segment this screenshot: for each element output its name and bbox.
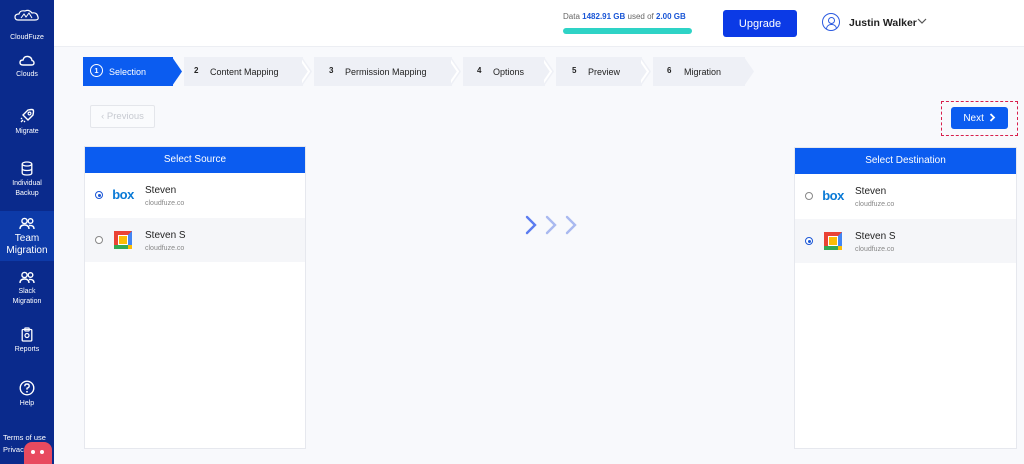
usage-total: 2.00 GB <box>656 12 686 21</box>
chat-dot <box>40 450 44 454</box>
destination-account-row[interactable]: Steven S cloudfuze.co <box>795 219 1016 263</box>
label-line: Migration <box>12 298 42 305</box>
source-panel: Select Source box Steven cloudfuze.co St… <box>84 146 306 449</box>
destination-radio[interactable] <box>805 192 813 200</box>
sidebar-item-individual-backup[interactable]: Individual Backup <box>0 161 54 203</box>
user-name[interactable]: Justin Walker <box>849 17 917 29</box>
label-line: Individual <box>12 180 42 187</box>
sidebar-item-migrate[interactable]: Migrate <box>0 108 54 140</box>
clipboard-icon <box>21 327 33 342</box>
label-line: Slack <box>18 288 36 295</box>
chevron-left-icon: ‹ <box>101 111 105 122</box>
source-account-row[interactable]: Steven S cloudfuze.co <box>85 218 305 262</box>
user-avatar-icon[interactable] <box>822 13 840 31</box>
label-line: Backup <box>15 190 39 197</box>
sidebar-item-slack-migration[interactable]: Slack Migration <box>0 271 54 313</box>
chat-widget-button[interactable] <box>24 442 52 464</box>
next-label: Next <box>963 112 984 124</box>
account-domain: cloudfuze.co <box>145 245 185 252</box>
upgrade-button[interactable]: Upgrade <box>723 10 797 37</box>
step-number: 2 <box>194 66 199 75</box>
step-number: 1 <box>90 64 103 77</box>
terms-link[interactable]: Terms of use <box>3 433 46 442</box>
destination-panel: Select Destination box Steven cloudfuze.… <box>794 147 1017 449</box>
account-name: Steven S <box>145 230 186 241</box>
next-button[interactable]: Next <box>951 107 1008 129</box>
rocket-icon <box>20 108 35 123</box>
step-preview[interactable]: 5 Preview <box>556 57 642 86</box>
sidebar-item-label: Individual Backup <box>0 179 54 199</box>
step-options[interactable]: 4 Options <box>463 57 545 86</box>
google-workspace-logo-icon <box>824 232 842 250</box>
box-logo-text: box <box>112 187 134 202</box>
storage-usage-bar <box>563 28 692 34</box>
chevron-right-icon <box>989 112 995 122</box>
step-label: Permission Mapping <box>345 67 427 77</box>
sidebar-item-help[interactable]: Help <box>0 380 54 410</box>
step-label: Selection <box>109 67 147 77</box>
destination-radio[interactable] <box>805 237 813 245</box>
step-number: 5 <box>572 66 577 75</box>
account-name: Steven S <box>855 231 896 242</box>
top-header: Data 1482.91 GB used of 2.00 GB Upgrade … <box>54 0 1024 47</box>
cloud-icon <box>19 55 35 66</box>
sidebar-item-clouds[interactable]: Clouds <box>0 55 54 87</box>
sidebar-item-reports[interactable]: Reports <box>0 327 54 357</box>
help-icon <box>19 380 35 396</box>
sidebar-item-label: Migrate <box>15 128 39 135</box>
step-label: Migration <box>684 67 722 77</box>
box-logo-text: box <box>822 188 844 203</box>
sidebar-item-label: Help <box>19 400 35 407</box>
sidebar-item-team-migration[interactable]: Team Migration <box>0 211 54 261</box>
google-workspace-logo-icon <box>114 231 132 249</box>
account-domain: cloudfuze.co <box>145 200 185 207</box>
source-radio[interactable] <box>95 191 103 199</box>
slack-team-icon <box>19 271 35 284</box>
previous-label: Previous <box>106 111 144 122</box>
step-permission-mapping[interactable]: 3 Permission Mapping <box>314 57 452 86</box>
privacy-link[interactable]: Privac <box>3 445 24 454</box>
sidebar-item-label: Reports <box>14 346 40 353</box>
step-label: Options <box>493 67 525 77</box>
destination-panel-title: Select Destination <box>795 148 1016 174</box>
source-account-row[interactable]: box Steven cloudfuze.co <box>85 173 305 217</box>
source-radio[interactable] <box>95 236 103 244</box>
label-line: Migration <box>6 245 48 256</box>
step-content-mapping[interactable]: 2 Content Mapping <box>184 57 303 86</box>
account-name: Steven <box>855 186 887 197</box>
sidebar-item-label: Clouds <box>16 71 38 78</box>
step-selection[interactable]: 1 Selection <box>83 57 173 86</box>
step-migration[interactable]: 6 Migration <box>653 57 745 86</box>
team-icon <box>19 217 35 230</box>
step-number: 3 <box>329 66 334 75</box>
label-line: Team <box>14 233 40 244</box>
account-name: Steven <box>145 185 177 196</box>
account-domain: cloudfuze.co <box>855 246 895 253</box>
storage-usage-text: Data 1482.91 GB used of 2.00 GB <box>563 12 686 21</box>
step-number: 6 <box>667 66 672 75</box>
step-label: Preview <box>588 67 621 77</box>
sidebar: CloudFuze Clouds Migrate Individual Backu… <box>0 0 54 464</box>
sidebar-item-label: Team Migration <box>0 233 54 257</box>
chevron-down-icon[interactable] <box>916 15 928 27</box>
transfer-arrows-icon <box>525 215 577 235</box>
step-arrow <box>744 57 754 86</box>
box-logo-icon: box <box>819 183 847 209</box>
account-domain: cloudfuze.co <box>855 201 895 208</box>
usage-mid: used of <box>627 12 654 21</box>
chat-dot <box>31 450 35 454</box>
box-logo-icon: box <box>109 182 137 208</box>
source-panel-title: Select Source <box>85 147 305 173</box>
database-icon <box>21 161 33 176</box>
usage-prefix: Data <box>563 12 580 21</box>
cloudfuze-logo[interactable]: CloudFuze <box>0 8 54 41</box>
step-label: Content Mapping <box>210 67 279 77</box>
step-number: 4 <box>477 66 482 75</box>
brand-name: CloudFuze <box>10 34 44 41</box>
cloudfuze-logo-icon <box>14 9 39 21</box>
previous-button[interactable]: ‹ Previous <box>90 105 155 128</box>
destination-account-row[interactable]: box Steven cloudfuze.co <box>795 174 1016 218</box>
usage-used: 1482.91 GB <box>582 12 626 21</box>
sidebar-item-label: Slack Migration <box>0 287 54 307</box>
